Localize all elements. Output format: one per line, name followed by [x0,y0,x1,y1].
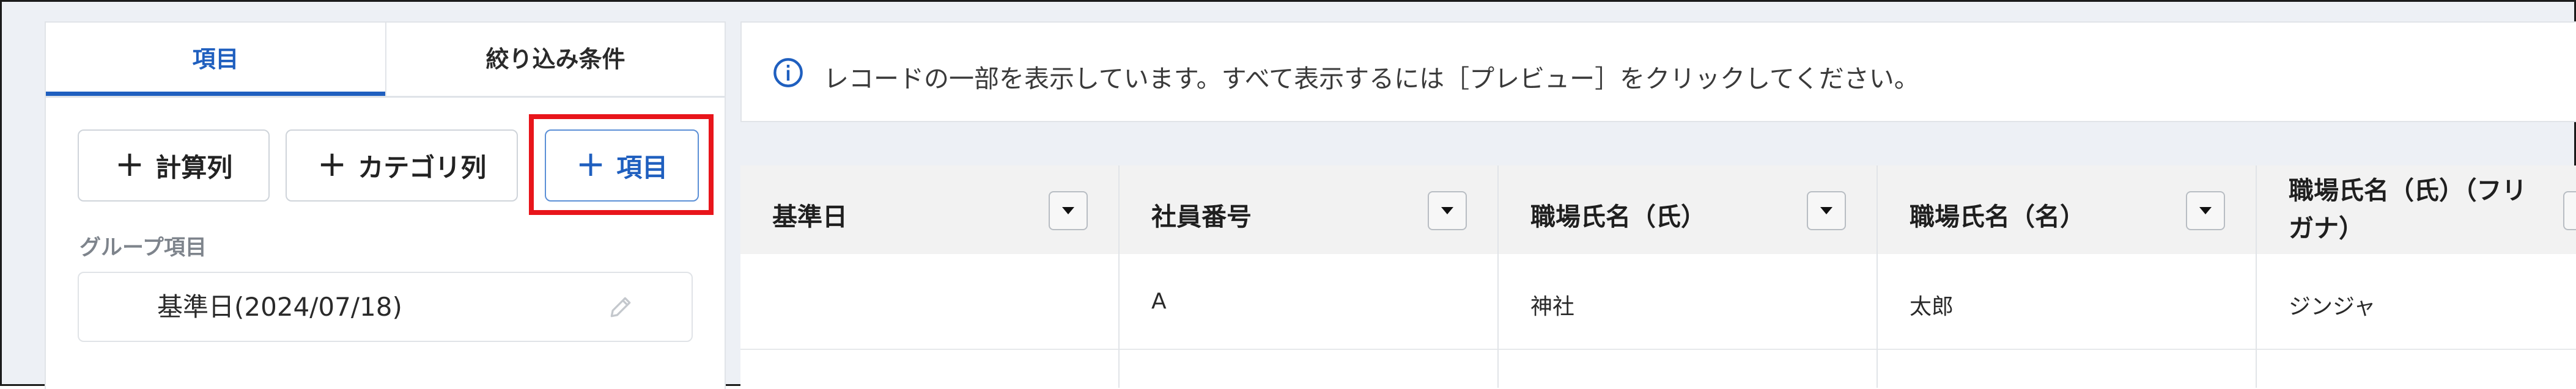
column-header: 職場氏名（氏） [1499,165,1877,254]
calc-column-label: 計算列 [155,152,233,183]
column-last-name: 職場氏名（氏） 神社 [1499,165,1878,388]
column-header: 職場氏名（名） [1878,165,2256,254]
highlight-box [529,114,714,215]
add-calculated-column-button[interactable]: + 計算列 [78,129,270,202]
column-menu-button[interactable] [1049,191,1088,230]
info-icon [773,58,803,87]
table-cell: ジンジャ [2289,294,2376,319]
column-title: 基準日 [772,202,847,231]
column-title: 職場氏名（氏） [1530,202,1706,231]
column-title-line: ガナ） [2289,214,2364,243]
column-title: 社員番号 [1151,202,1252,231]
dropdown-triangle-icon [2199,207,2212,214]
column-menu-button[interactable] [2186,191,2225,230]
plus-icon: + [114,143,145,184]
app-frame: 項目 絞り込み条件 + 計算列 + カテゴリ列 + 項目 グループ項目 基準日(… [0,0,2576,389]
row-divider [2257,349,2576,350]
dropdown-triangle-icon [1441,207,1453,214]
column-last-name-kana: 職場氏名（氏）（フリ ガナ） ジンジャ [2257,165,2576,388]
column-kijunbi: 基準日 [740,165,1120,388]
info-banner: レコードの一部を表示しています。すべて表示するには［プレビュー］をクリックしてく… [740,21,2576,122]
column-first-name: 職場氏名（名） 太郎 [1878,165,2257,388]
column-menu-button[interactable] [1807,191,1846,230]
column-header: 職場氏名（氏）（フリ ガナ） [2257,165,2576,254]
row-divider [1499,349,1877,350]
add-category-column-button[interactable]: + カテゴリ列 [286,129,518,202]
preview-table: 基準日 社員番号 A 職場氏名（氏） 神社 職場氏名（名） 太郎 職場氏名（氏）… [740,165,2576,388]
column-title: 職場氏名（名） [1910,202,2085,231]
row-divider [1878,349,2256,350]
column-header: 社員番号 [1120,165,1497,254]
row-divider [1120,349,1497,350]
column-title-line: 職場氏名（氏）（フリ [2289,176,2527,205]
group-item-field[interactable]: 基準日(2024/07/18) [78,272,693,342]
group-items-label: グループ項目 [79,236,207,260]
tab-filter-conditions[interactable]: 絞り込み条件 [385,23,725,96]
group-item-value: 基準日(2024/07/18) [157,292,402,322]
dropdown-triangle-icon [1062,207,1074,214]
plus-icon: + [317,143,347,184]
dropdown-triangle-icon [1820,207,1832,214]
tab-items[interactable]: 項目 [46,23,385,96]
category-column-label: カテゴリ列 [358,152,487,183]
table-cell: A [1151,289,1167,314]
table-cell: 神社 [1530,294,1575,319]
pencil-icon[interactable] [607,294,634,321]
column-employee-number: 社員番号 A [1120,165,1499,388]
column-header: 基準日 [740,165,1118,254]
column-menu-button[interactable] [2563,191,2576,230]
info-message: レコードの一部を表示しています。すべて表示するには［プレビュー］をクリックしてく… [824,64,1919,93]
row-divider [740,349,1118,350]
table-cell: 太郎 [1910,294,1954,319]
column-title: 職場氏名（氏）（フリ ガナ） [2289,172,2527,247]
panel-tabs: 項目 絞り込み条件 [46,23,725,98]
column-config-panel: 項目 絞り込み条件 + 計算列 + カテゴリ列 + 項目 グループ項目 基準日(… [45,21,726,389]
column-menu-button[interactable] [1428,191,1467,230]
